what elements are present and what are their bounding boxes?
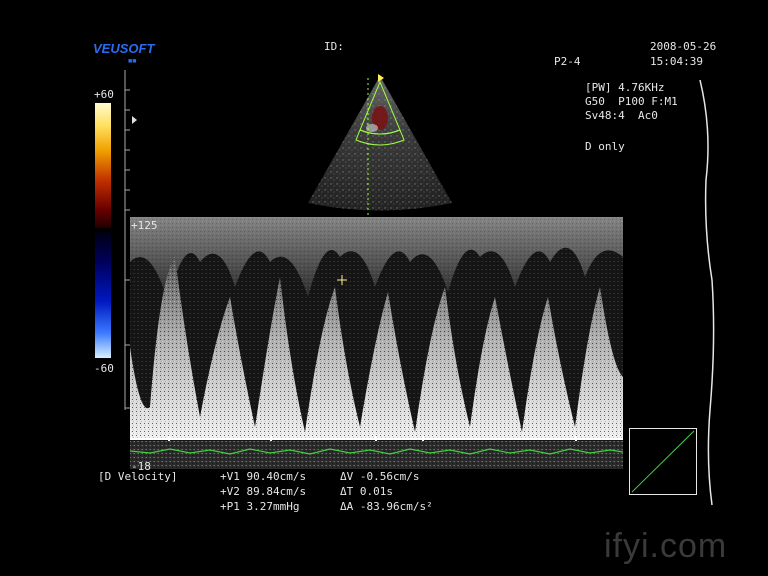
param-gain: G50 P100 F:M1 bbox=[585, 95, 678, 108]
measurement-da: ΔA -83.96cm/s² bbox=[340, 500, 433, 513]
exam-time: 15:04:39 bbox=[650, 55, 703, 68]
brand-logo: VEUSOFT bbox=[93, 41, 155, 56]
spectral-doppler bbox=[130, 217, 623, 469]
colorbar-top-label: +60 bbox=[94, 88, 114, 101]
measurement-v2: +V2 89.84cm/s bbox=[220, 485, 307, 498]
probe-label: P2-4 bbox=[554, 55, 581, 68]
param-prf: [PW] 4.76KHz bbox=[585, 81, 665, 94]
measurement-mode: [D Velocity] bbox=[98, 470, 178, 483]
exam-date: 2008-05-26 bbox=[650, 40, 717, 53]
colorbar-bottom-label: -60 bbox=[94, 362, 114, 375]
measurement-dv: ΔV -0.56cm/s bbox=[340, 470, 420, 483]
measurement-p1: +P1 3.27mmHg bbox=[220, 500, 300, 513]
param-mode: D only bbox=[585, 140, 625, 153]
bmode-sector bbox=[308, 74, 452, 218]
brand-logo-text: EUSOFT bbox=[101, 41, 155, 56]
measurement-dt: ΔT 0.01s bbox=[340, 485, 393, 498]
watermark: ifyi.com bbox=[604, 527, 728, 565]
doppler-scale-top: +125 bbox=[131, 219, 158, 232]
brand-logo-sub: ■■ bbox=[128, 58, 137, 65]
colorbar-positive bbox=[95, 103, 111, 228]
scale-box bbox=[629, 428, 697, 495]
measurement-v1: +V1 90.40cm/s bbox=[220, 470, 307, 483]
param-sv: Sv48:4 Ac0 bbox=[585, 109, 658, 122]
colorbar-negative bbox=[95, 232, 111, 358]
patient-id-label: ID: bbox=[324, 40, 344, 53]
